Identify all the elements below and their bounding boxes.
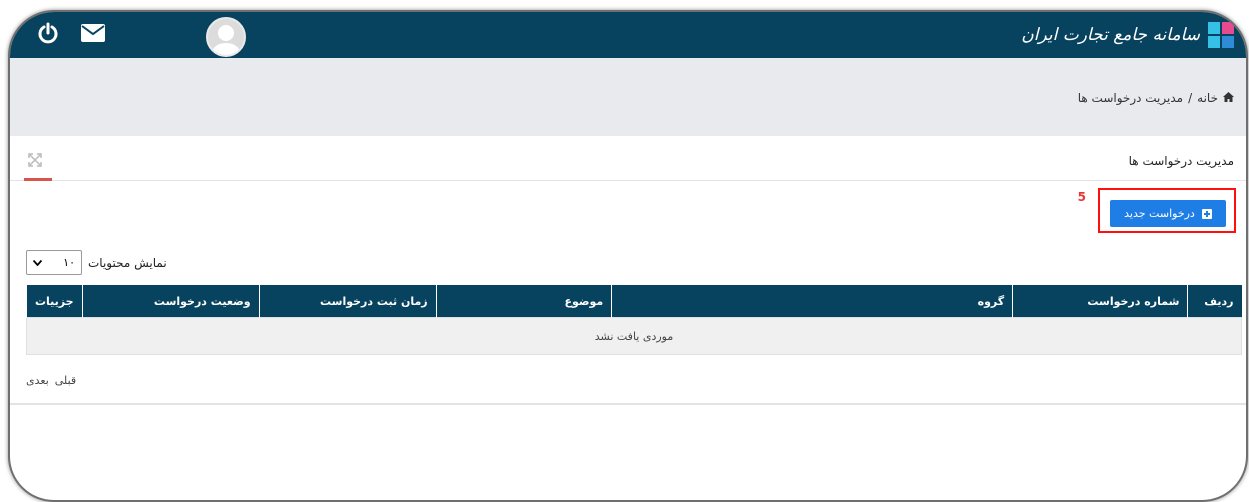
app-title: سامانه جامع تجارت ایران <box>1021 25 1200 45</box>
user-avatar[interactable] <box>206 17 246 57</box>
page-length-label: نمایش محتویات <box>88 255 167 270</box>
column-header[interactable]: جزییات <box>26 285 83 318</box>
breadcrumb-bar: خانه / مدیریت درخواست ها <box>10 58 1246 136</box>
breadcrumb-separator: / <box>1188 91 1193 105</box>
column-header[interactable]: موضوع <box>435 285 612 318</box>
page-length-control: ۱۰ نمایش محتویات <box>26 250 167 275</box>
highlight-box: درخواست جدید <box>1098 188 1236 233</box>
table-row: موردی یافت نشد <box>26 317 1242 355</box>
expand-icon[interactable] <box>28 152 42 167</box>
step-marker: 5 <box>1077 190 1086 204</box>
panel-header: مدیریت درخواست ها <box>10 136 1246 181</box>
top-navbar: سامانه جامع تجارت ایران <box>10 12 1246 58</box>
panel-body: درخواست جدید 5 ۱۰ نمایش محتویات ردیف شما… <box>10 181 1246 405</box>
chevron-down-icon <box>32 256 43 269</box>
breadcrumb: خانه / مدیریت درخواست ها <box>1078 91 1234 105</box>
home-icon[interactable] <box>1223 91 1234 105</box>
column-header[interactable]: زمان ثبت درخواست <box>258 285 437 318</box>
mail-icon[interactable] <box>80 21 106 45</box>
panel-title: مدیریت درخواست ها <box>1128 154 1234 168</box>
power-icon[interactable] <box>36 21 60 45</box>
brand-mark-icon <box>1208 22 1234 48</box>
previous-page-link[interactable]: قبلی <box>55 374 76 387</box>
column-header[interactable]: ردیف <box>1187 285 1242 318</box>
app-window: سامانه جامع تجارت ایران خانه / مدیریت در… <box>8 10 1248 502</box>
breadcrumb-current: مدیریت درخواست ها <box>1077 91 1184 105</box>
page-length-select[interactable]: ۱۰ <box>26 250 82 275</box>
breadcrumb-home[interactable]: خانه <box>1197 91 1218 105</box>
next-page-link[interactable]: بعدی <box>26 374 49 387</box>
brand-logo[interactable]: سامانه جامع تجارت ایران <box>1021 18 1234 52</box>
plus-square-icon <box>1201 208 1212 219</box>
table-header-row: ردیف شماره درخواست گروه موضوع زمان ثبت د… <box>26 285 1242 318</box>
column-header[interactable]: شماره درخواست <box>1012 285 1188 318</box>
requests-table: ردیف شماره درخواست گروه موضوع زمان ثبت د… <box>26 285 1242 355</box>
new-request-button[interactable]: درخواست جدید <box>1110 200 1226 227</box>
page-length-value: ۱۰ <box>63 256 75 269</box>
column-header[interactable]: وضعیت درخواست <box>81 285 260 318</box>
pagination: قبلی بعدی <box>26 374 76 387</box>
empty-table-message: موردی یافت نشد <box>26 317 1242 355</box>
column-header[interactable]: گروه <box>611 285 1013 318</box>
new-request-label: درخواست جدید <box>1124 207 1195 220</box>
